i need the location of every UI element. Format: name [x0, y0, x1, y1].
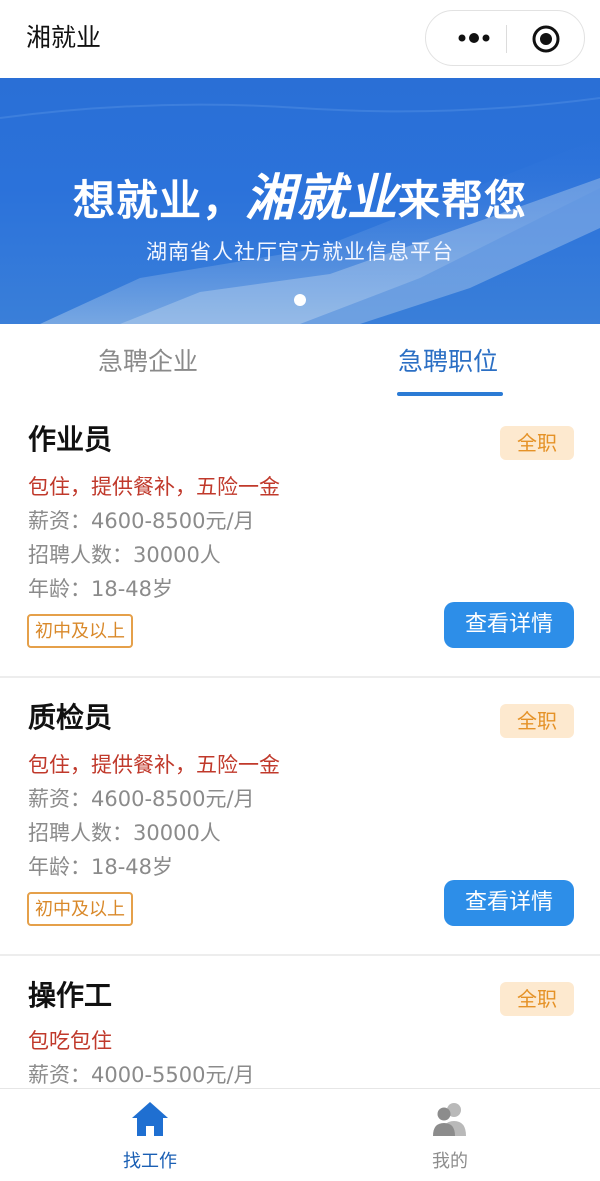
view-details-button[interactable]: 查看详情	[444, 880, 574, 926]
job-headcount: 招聘人数：30000人	[28, 543, 221, 567]
job-salary: 薪资：4600-8500元/月	[28, 787, 255, 811]
tab-urgent-companies[interactable]: 急聘企业	[98, 344, 198, 380]
more-options-icon[interactable]	[454, 27, 494, 49]
bottom-tab-bar: 找工作 我的	[0, 1088, 600, 1181]
tabbar-item-mine[interactable]: 我的	[300, 1089, 600, 1181]
carousel-indicator-dot[interactable]	[294, 294, 306, 306]
job-salary: 薪资：4000-5500元/月	[28, 1063, 255, 1087]
job-type-badge: 全职	[500, 704, 574, 738]
close-miniprogram-icon[interactable]	[531, 24, 561, 54]
banner-headline: 想就业，湘就业来帮您	[0, 158, 600, 230]
home-icon	[132, 1102, 168, 1136]
banner-subtitle: 湖南省人社厅官方就业信息平台	[146, 240, 454, 264]
education-badge: 初中及以上	[27, 614, 133, 648]
job-card[interactable]: 质检员 全职 包住，提供餐补，五险一金 薪资：4600-8500元/月 招聘人数…	[0, 678, 600, 954]
capsule-divider	[506, 25, 507, 53]
tabbar-label: 我的	[432, 1151, 468, 1172]
job-age: 年龄：18-48岁	[28, 577, 174, 601]
top-nav-bar: 湘就业	[0, 0, 600, 78]
job-type-badge: 全职	[500, 982, 574, 1016]
job-benefits: 包住，提供餐补，五险一金	[28, 753, 280, 777]
active-tab-indicator	[397, 392, 503, 396]
app-title: 湘就业	[26, 23, 102, 52]
job-salary: 薪资：4600-8500元/月	[28, 509, 255, 533]
banner-headline-pre: 想就业，	[72, 176, 245, 225]
category-tabs: 急聘企业 急聘职位	[0, 324, 600, 400]
banner-carousel[interactable]: 想就业，湘就业来帮您 湖南省人社厅官方就业信息平台	[0, 78, 600, 324]
job-benefits: 包吃包住	[28, 1029, 112, 1053]
job-type-badge: 全职	[500, 426, 574, 460]
job-benefits: 包住，提供餐补，五险一金	[28, 475, 280, 499]
job-age: 年龄：18-48岁	[28, 855, 174, 879]
banner-brand: 湘就业	[245, 168, 398, 227]
education-badge: 初中及以上	[27, 892, 133, 926]
job-card[interactable]: 操作工 全职 包吃包住 薪资：4000-5500元/月	[0, 956, 600, 1088]
user-group-icon	[433, 1103, 466, 1136]
job-title: 操作工	[28, 979, 113, 1012]
tabbar-item-find-job[interactable]: 找工作	[0, 1089, 300, 1181]
job-card[interactable]: 作业员 全职 包住，提供餐补，五险一金 薪资：4600-8500元/月 招聘人数…	[0, 400, 600, 676]
job-title: 作业员	[28, 423, 113, 456]
job-title: 质检员	[28, 701, 113, 734]
job-headcount: 招聘人数：30000人	[28, 821, 221, 845]
miniprogram-capsule	[425, 10, 585, 66]
banner-headline-post: 来帮您	[398, 176, 528, 225]
view-details-button[interactable]: 查看详情	[444, 602, 574, 648]
tab-urgent-positions[interactable]: 急聘职位	[398, 344, 498, 380]
tabbar-label: 找工作	[123, 1151, 177, 1172]
